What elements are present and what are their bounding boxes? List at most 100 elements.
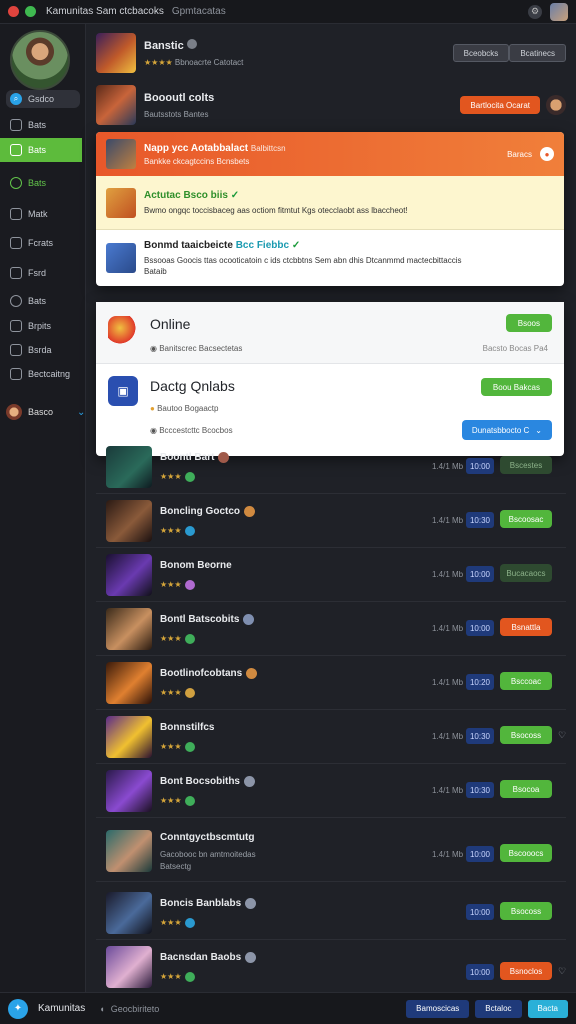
badge-icon (245, 952, 257, 963)
game-version: 10:00 (466, 904, 494, 920)
rating-stars: ★★★ (160, 918, 182, 928)
sidebar-search[interactable]: ⌕ Gsdco (6, 90, 80, 108)
game-action-button[interactable]: Bsocoa (500, 780, 552, 798)
game-action-button[interactable]: Bucacaocs (500, 564, 552, 582)
mic-icon[interactable]: ◖ (99, 1004, 104, 1014)
message-icon (10, 267, 22, 279)
globe-icon (10, 295, 22, 307)
game-size: 1.4/1 Mb (432, 570, 464, 579)
game-action-button[interactable]: Bsnoclos (500, 962, 552, 980)
gear-icon (10, 368, 22, 380)
bottom-button-2[interactable]: Bctaloc (475, 999, 522, 1018)
popup-title: Napp ycc Aotabbalact (144, 142, 249, 154)
favorite-icon[interactable]: ♡ (558, 966, 566, 977)
game-action-button[interactable]: Bscooocs (500, 844, 552, 862)
maximize-window-button[interactable] (25, 6, 36, 17)
notification-item-1[interactable]: Actutac Bsco biis ✓ Bwmo ongqc toccisbac… (96, 176, 564, 230)
top-orange-button[interactable]: Bartlocita Ocarat (460, 96, 540, 114)
game-meta: Bautsstots Bantes (144, 109, 209, 119)
game-name: Boncis Banblabs (160, 898, 242, 910)
game-action-button[interactable]: Bsnattla (500, 618, 552, 636)
sidebar-item-7[interactable]: Bats (6, 292, 80, 310)
sidebar-item-6[interactable]: Fsrd (6, 264, 80, 282)
title-bar: Kamunitas Sam ctcbacoks Gpmtacatas ⚙ (0, 0, 576, 24)
list-item[interactable]: Bonom Beorne ★★★ 1.4/1 Mb 10:00 Bucacaoc… (96, 548, 566, 602)
game-version: 10:20 (466, 674, 494, 690)
sidebar-item-1[interactable]: Bats (6, 116, 80, 134)
list-item[interactable]: Bontl Batscobits ★★★ 1.4/1 Mb 10:00 Bsna… (96, 602, 566, 656)
close-icon[interactable]: ● (540, 147, 554, 161)
sidebar-item-label: Bsrda (28, 345, 52, 355)
list-item[interactable]: Bacnsdan Baobs ★★★ 10:00 Bsnoclos ♡ (96, 940, 566, 994)
game-thumbnail (96, 33, 136, 73)
online-right-label: Bacsto Bocas Pa4 (482, 344, 548, 353)
top-button-2[interactable]: Bcatinecs (509, 44, 566, 62)
top-row-2[interactable]: Boooutl colts Bautsstots Bantes Bartloci… (96, 80, 566, 130)
list-item[interactable]: Bonnstilfcs ★★★ 1.4/1 Mb 10:30 Bsocoss ♡ (96, 710, 566, 764)
game-version: 10:00 (466, 846, 494, 862)
notification-body-extra: Bataib (144, 267, 167, 276)
game-action-button[interactable]: Bscoosac (500, 510, 552, 528)
sidebar-item-8[interactable]: Brpits (6, 317, 80, 335)
game-meta: Bbnoacrte Catotact (174, 58, 244, 67)
chevron-down-icon[interactable]: ⌄ (77, 407, 85, 418)
game-thumbnail (106, 830, 152, 872)
game-size: 1.4/1 Mb (432, 624, 464, 633)
sidebar-item-label: Matk (28, 209, 48, 219)
sidebar-user[interactable]: Basco ⌄ (6, 404, 85, 420)
bottom-button-1[interactable]: Bamoscicas (406, 999, 470, 1018)
list-item[interactable]: Bootlinofcobtans ★★★ 1.4/1 Mb 10:20 Bscc… (96, 656, 566, 710)
section-button[interactable]: Boou Bakcas (480, 378, 552, 396)
image-icon (10, 320, 22, 332)
game-thumbnail (106, 554, 152, 596)
app-title: Kamunitas Sam ctcbacoks (46, 6, 164, 17)
app-logo-icon[interactable]: ✦ (8, 998, 28, 1019)
rating-stars: ★★★ (160, 634, 182, 644)
chevron-down-icon: ⌄ (535, 425, 542, 435)
friend-avatar[interactable] (546, 95, 566, 115)
close-window-button[interactable] (8, 6, 19, 17)
game-thumbnail (106, 716, 152, 758)
game-action-button[interactable]: Bsocoss (500, 902, 552, 920)
game-thumbnail (106, 608, 152, 650)
game-name: Conntgyctbscmtutg (160, 832, 255, 843)
list-item[interactable]: Boontl Bart ★★★ 1.4/1 Mb 10:00 Bscestes (96, 440, 566, 494)
section-blue-button[interactable]: Dunatsbbocto C ⌄ (461, 420, 552, 440)
popup-subtitle: Bankke ckcagtccins Bcnsbets (144, 156, 250, 166)
game-version: 10:00 (466, 620, 494, 636)
notification-title: Bonmd taaicbeicte (144, 240, 233, 251)
list-item[interactable]: Boncis Banblabs ★★★ 10:00 Bsocoss (96, 886, 566, 940)
game-name: Bontl Batscobits (160, 614, 240, 626)
game-action-button[interactable]: Bsccoac (500, 672, 552, 690)
sidebar-item-9[interactable]: Bsrda (6, 341, 80, 359)
list-item[interactable]: Bont Bocsobiths ★★★ 1.4/1 Mb 10:30 Bsoco… (96, 764, 566, 818)
sidebar-item-2[interactable]: Bats (0, 138, 82, 162)
top-row-1[interactable]: Banstic ★★★★ Bbnoacrte Catotact Bceobcks… (96, 28, 566, 78)
rating-stars: ★★★★ (144, 58, 173, 67)
sidebar-item-10[interactable]: Bectcaitng (6, 365, 80, 383)
game-name: Boooutl colts (144, 91, 215, 104)
list-item[interactable]: Conntgyctbscmtutg Gacobooc bn amtmoiteda… (96, 818, 566, 882)
game-thumbnail (106, 892, 152, 934)
online-section: Online ◉ Banitscrec Bacsectetas Bsoos Ba… (96, 302, 564, 364)
notification-item-2[interactable]: Bonmd taaicbeicte Bcc Fiebbc ✓ Bssooas G… (96, 230, 564, 286)
online-button[interactable]: Bsoos (505, 314, 552, 332)
sidebar-item-4[interactable]: Matk (6, 205, 80, 223)
square-icon (10, 144, 22, 156)
game-version: 10:00 (466, 566, 494, 582)
sidebar-item-label: Bats (28, 296, 47, 306)
sidebar-item-3[interactable]: Bats (6, 174, 80, 192)
bottom-button-3[interactable]: Bacta (527, 999, 568, 1018)
game-action-button[interactable]: Bsocoss (500, 726, 552, 744)
favorite-icon[interactable]: ♡ (558, 730, 566, 741)
settings-icon[interactable]: ⚙ (528, 4, 542, 19)
sidebar-item-5[interactable]: Fcrats (6, 234, 80, 252)
list-item[interactable]: Boncling Goctco ★★★ 1.4/1 Mb 10:30 Bscoo… (96, 494, 566, 548)
user-name: Basco (28, 407, 54, 417)
shield-icon (10, 177, 22, 189)
game-action-button[interactable]: Bscestes (500, 456, 552, 474)
sidebar-item-label: Fcrats (28, 238, 54, 248)
top-button-1[interactable]: Bceobcks (452, 44, 510, 62)
profile-avatar[interactable] (10, 30, 70, 90)
user-avatar[interactable] (550, 2, 568, 21)
